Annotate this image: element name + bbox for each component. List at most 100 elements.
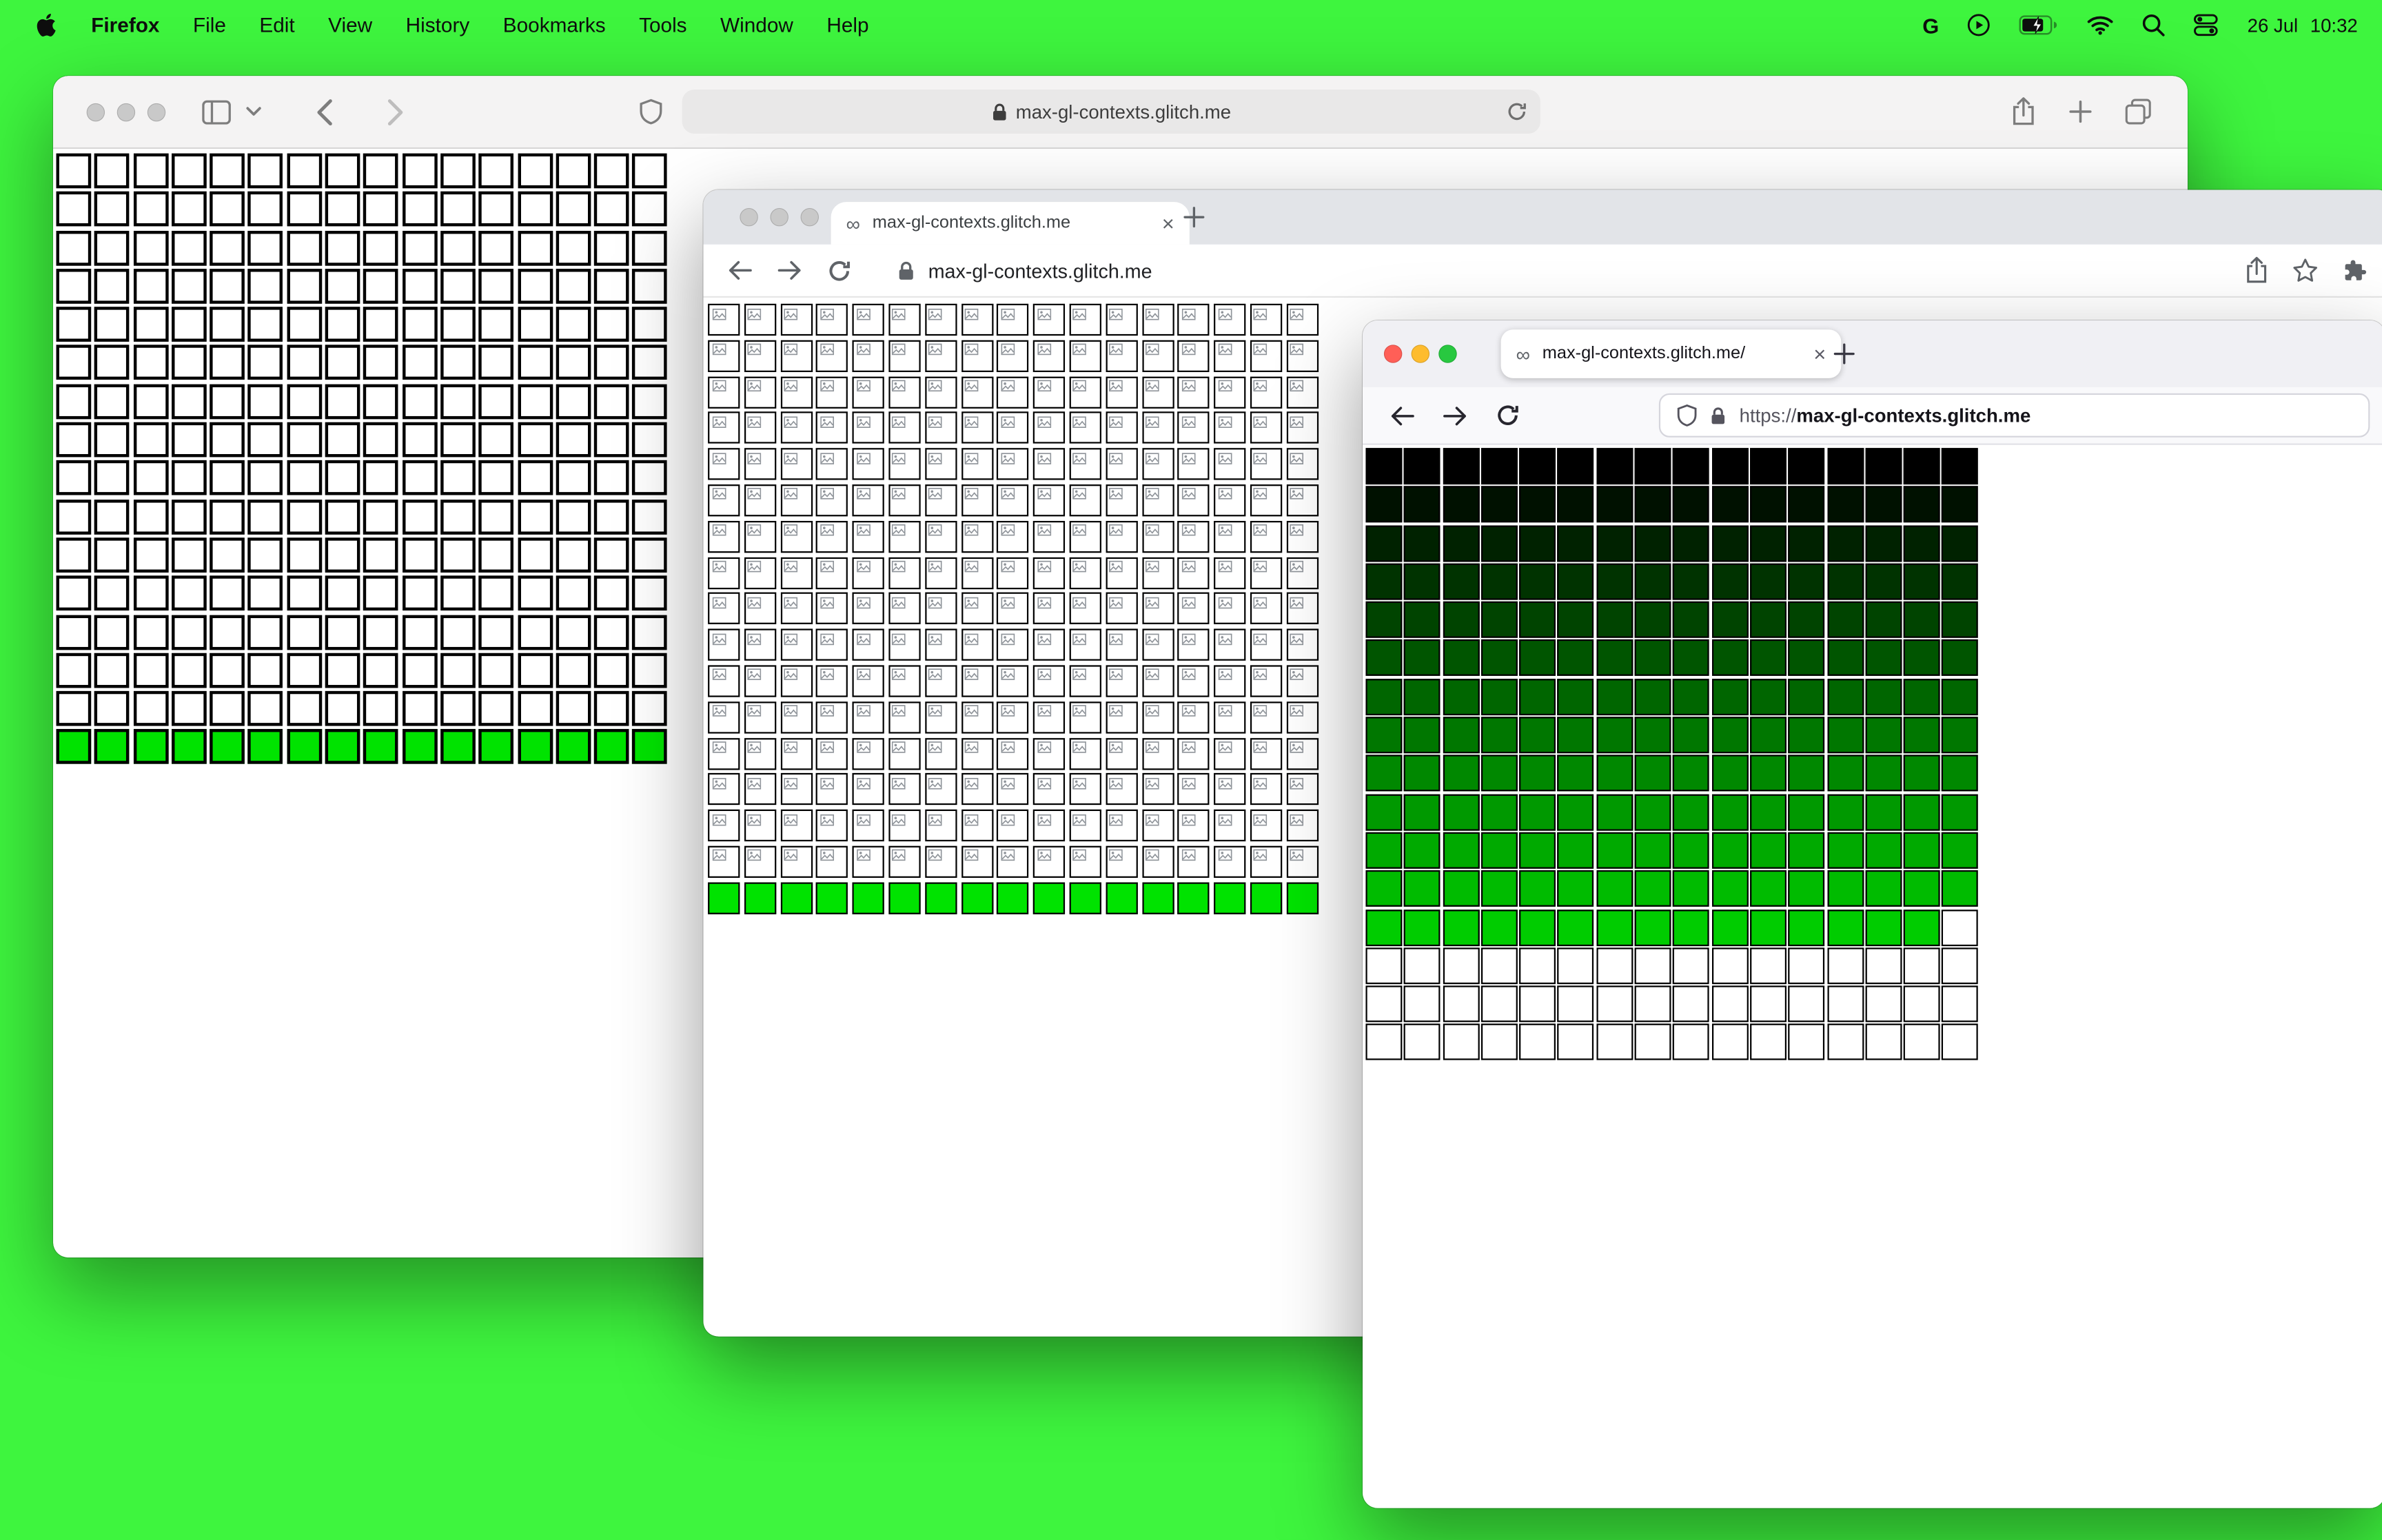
- grid-cell: [1865, 524, 1902, 562]
- grid-cell: [1365, 755, 1403, 792]
- reload-icon[interactable]: [1507, 102, 1527, 122]
- grid-cell: [171, 384, 207, 419]
- grid-cell: [1214, 448, 1246, 480]
- grid-cell: [1750, 1024, 1787, 1061]
- grid-cell: [1826, 563, 1864, 600]
- grid-cell: [852, 520, 885, 553]
- reload-icon[interactable]: [1496, 404, 1519, 427]
- control-center-icon[interactable]: [2194, 14, 2219, 37]
- menu-clock[interactable]: 26 Jul 10:32: [2248, 14, 2358, 36]
- grid-cell: [744, 737, 776, 770]
- grid-cell: [1865, 985, 1902, 1023]
- tab-close-icon[interactable]: ×: [1813, 343, 1826, 365]
- close-button[interactable]: [1383, 345, 1403, 363]
- lock-icon[interactable]: [1711, 407, 1726, 424]
- grid-cell: [744, 665, 776, 697]
- tab-close-icon[interactable]: ×: [1162, 213, 1174, 234]
- new-tab-icon[interactable]: [2069, 100, 2092, 123]
- menu-help[interactable]: Help: [810, 14, 886, 37]
- grid-cell: [1826, 448, 1864, 485]
- menu-bookmarks[interactable]: Bookmarks: [487, 14, 622, 37]
- address-bar[interactable]: max-gl-contexts.glitch.me: [898, 259, 1152, 282]
- menu-edit[interactable]: Edit: [243, 14, 312, 37]
- zoom-button[interactable]: [1438, 345, 1457, 363]
- grid-cell: [632, 192, 668, 227]
- grid-cell: [133, 384, 168, 419]
- back-icon[interactable]: [316, 98, 332, 125]
- minimize-button[interactable]: [1411, 345, 1430, 363]
- grid-cell: [1404, 1024, 1441, 1061]
- grid-cell: [1558, 794, 1595, 830]
- grid-cell: [1750, 985, 1787, 1023]
- address-bar[interactable]: max-gl-contexts.glitch.me: [682, 90, 1540, 134]
- menu-window[interactable]: Window: [704, 14, 810, 37]
- grid-cell: [325, 153, 360, 189]
- bookmark-star-icon[interactable]: [2292, 258, 2318, 283]
- grid-cell: [56, 345, 92, 381]
- back-icon[interactable]: [728, 260, 752, 281]
- grid-cell: [632, 230, 668, 265]
- app-menu-firefox[interactable]: Firefox: [74, 14, 176, 37]
- back-icon[interactable]: [1390, 404, 1414, 426]
- battery-charging-icon[interactable]: [2019, 15, 2059, 35]
- address-bar[interactable]: https://max-gl-contexts.glitch.me: [1658, 393, 2370, 438]
- extensions-puzzle-icon[interactable]: [2343, 258, 2368, 283]
- grid-cell: [1634, 602, 1671, 639]
- grid-cell: [517, 691, 553, 726]
- zoom-button[interactable]: [800, 207, 819, 227]
- minimize-button[interactable]: [770, 207, 788, 227]
- shield-icon[interactable]: [1677, 404, 1697, 427]
- chevron-down-icon[interactable]: [246, 106, 261, 116]
- menu-time: 10:32: [2310, 14, 2358, 36]
- shield-icon[interactable]: [640, 99, 662, 125]
- grid-cell: [325, 614, 360, 650]
- menu-tools[interactable]: Tools: [622, 14, 704, 37]
- grid-cell: [440, 499, 476, 535]
- grid-cell: [402, 614, 438, 650]
- grid-cell: [1069, 556, 1101, 589]
- grid-cell: [94, 460, 130, 496]
- grid-cell: [1942, 717, 1979, 754]
- menu-history[interactable]: History: [389, 14, 486, 37]
- grid-cell: [1404, 985, 1441, 1023]
- google-icon[interactable]: G: [1922, 14, 1939, 36]
- forward-icon[interactable]: [777, 260, 802, 281]
- zoom-button[interactable]: [147, 102, 166, 121]
- grid-cell: [556, 729, 591, 765]
- search-icon[interactable]: [2143, 14, 2166, 37]
- apple-menu-icon[interactable]: [18, 12, 74, 38]
- grid-cell: [1033, 412, 1066, 444]
- grid-cell: [632, 153, 668, 189]
- browser-tab[interactable]: ∞ max-gl-contexts.glitch.me/ ×: [1500, 329, 1842, 378]
- sidebar-toggle-icon[interactable]: [202, 99, 231, 124]
- forward-icon[interactable]: [387, 98, 404, 125]
- close-button[interactable]: [86, 102, 105, 121]
- minimize-button[interactable]: [116, 102, 136, 121]
- tab-overview-icon[interactable]: [2125, 99, 2151, 125]
- grid-cell: [440, 268, 476, 304]
- grid-cell: [363, 499, 399, 535]
- grid-cell: [1942, 524, 1979, 562]
- new-tab-icon[interactable]: [1183, 207, 1205, 228]
- forward-icon[interactable]: [1443, 404, 1467, 426]
- grid-cell: [402, 345, 438, 381]
- grid-cell: [56, 499, 92, 535]
- grid-cell: [1177, 340, 1210, 372]
- share-icon[interactable]: [2011, 97, 2035, 126]
- grid-cell: [1250, 773, 1283, 805]
- browser-tab[interactable]: ∞ max-gl-contexts.glitch.me ×: [831, 202, 1190, 245]
- grid-cell: [708, 882, 740, 914]
- grid-cell: [363, 575, 399, 611]
- lock-icon[interactable]: [898, 260, 915, 280]
- grid-cell: [1106, 448, 1138, 480]
- play-icon[interactable]: [1968, 14, 1991, 37]
- close-button[interactable]: [740, 207, 758, 227]
- menu-view[interactable]: View: [312, 14, 389, 37]
- grid-cell: [94, 499, 130, 535]
- grid-cell: [440, 691, 476, 726]
- new-tab-icon[interactable]: [1833, 343, 1855, 365]
- menu-file[interactable]: File: [176, 14, 243, 37]
- reload-icon[interactable]: [828, 259, 851, 282]
- wifi-icon[interactable]: [2088, 15, 2114, 35]
- share-icon[interactable]: [2246, 256, 2268, 284]
